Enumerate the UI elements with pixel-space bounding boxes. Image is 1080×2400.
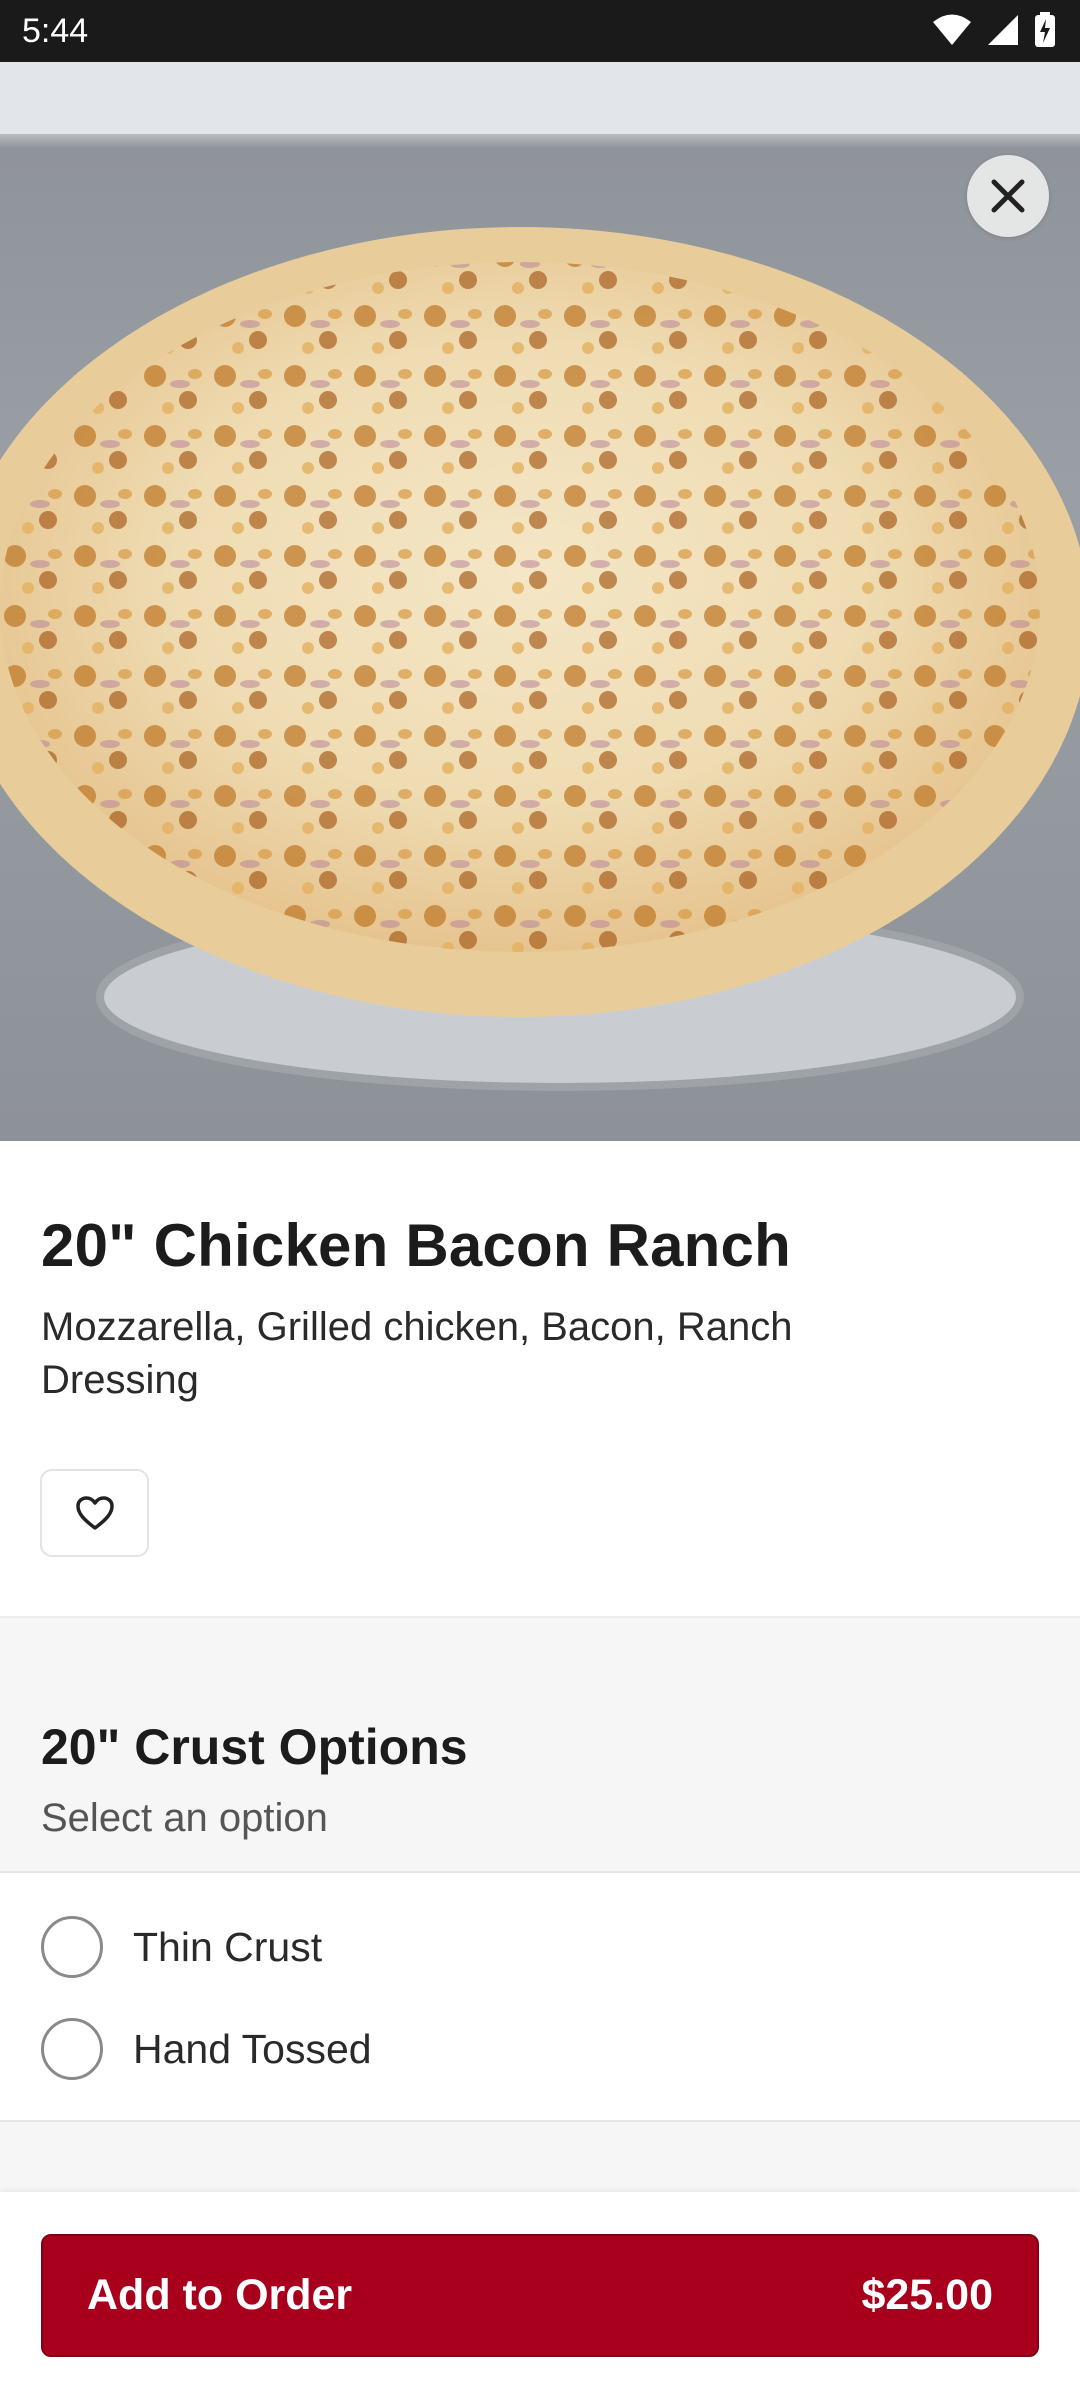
option-label: Thin Crust [133, 1923, 323, 1970]
item-title: 20" Chicken Bacon Ranch [41, 1212, 791, 1279]
item-details: 20" Chicken Bacon Ranch Mozzarella, Gril… [0, 1141, 1080, 1616]
radio-button[interactable] [41, 1916, 103, 1978]
options-divider [0, 1871, 1080, 1873]
item-description: Mozzarella, Grilled chicken, Bacon, Ranc… [41, 1305, 793, 1402]
order-price: $25.00 [861, 2271, 993, 2319]
signal-icon [988, 15, 1018, 45]
crust-options-header: 20" Crust Options Select an option [0, 1618, 1080, 1872]
add-to-order-label: Add to Order [87, 2271, 353, 2319]
close-button[interactable] [967, 155, 1049, 237]
pizza-illustration [0, 62, 1080, 1091]
battery-charging-icon [1035, 12, 1055, 47]
add-to-order-button[interactable]: Add to Order $25.00 [41, 2234, 1039, 2357]
close-icon [991, 179, 1025, 213]
option-hand-tossed[interactable]: Hand Tossed [0, 1999, 1080, 2099]
option-thin-crust[interactable]: Thin Crust [0, 1897, 1080, 1997]
status-bar: 5:44 [0, 0, 1080, 62]
favorite-button[interactable] [40, 1469, 149, 1557]
crust-options-subtitle: Select an option [41, 1796, 328, 1840]
status-icons [932, 12, 1056, 48]
radio-button[interactable] [41, 2018, 103, 2080]
next-section-peek [0, 2122, 1080, 2192]
heart-icon [75, 1496, 114, 1530]
wifi-icon [933, 14, 971, 45]
status-time: 5:44 [22, 12, 89, 50]
pizza-photo [0, 62, 1080, 1141]
crust-options-title: 20" Crust Options [41, 1719, 468, 1775]
footer-bar: Add to Order $25.00 [0, 2192, 1080, 2400]
option-label: Hand Tossed [133, 2025, 372, 2072]
